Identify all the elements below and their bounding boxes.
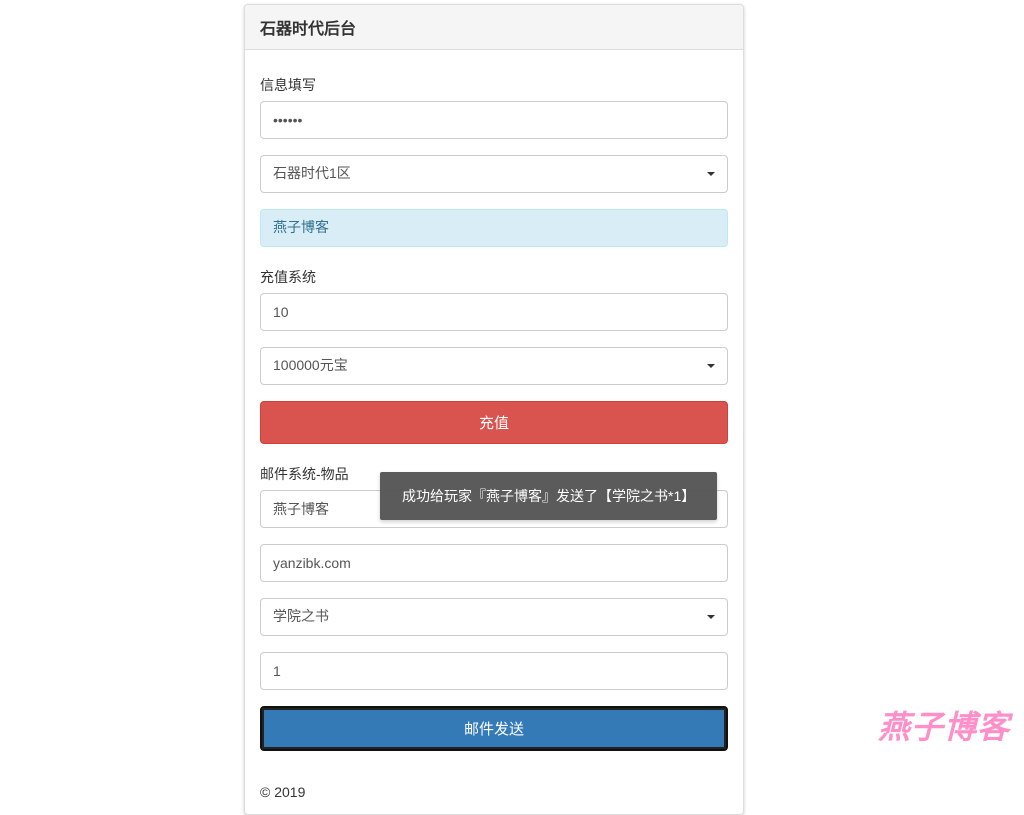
success-toast: 成功给玩家『燕子博客』发送了【学院之书*1】 — [380, 472, 717, 520]
admin-panel: 石器时代后台 信息填写 石器时代1区 燕子博客 充值系统 100000元宝 充值… — [244, 4, 744, 815]
watermark-text: 燕子博客 — [878, 702, 1010, 748]
caret-down-icon — [707, 364, 715, 368]
server-select-value: 石器时代1区 — [273, 164, 351, 184]
yuanbao-select-value: 100000元宝 — [273, 356, 348, 376]
panel-body: 信息填写 石器时代1区 燕子博客 充值系统 100000元宝 充值 邮件系统-物… — [245, 50, 743, 784]
caret-down-icon — [707, 615, 715, 619]
footer-copyright: © 2019 — [245, 784, 743, 814]
password-input[interactable] — [260, 101, 728, 139]
mail-item-select[interactable]: 学院之书 — [260, 598, 728, 636]
panel-title: 石器时代后台 — [260, 15, 728, 39]
yuanbao-select[interactable]: 100000元宝 — [260, 347, 728, 385]
caret-down-icon — [707, 172, 715, 176]
player-highlight-value: 燕子博客 — [273, 218, 329, 238]
info-section-label: 信息填写 — [260, 75, 728, 95]
mail-qty-input[interactable] — [260, 652, 728, 690]
mail-send-button[interactable]: 邮件发送 — [260, 706, 728, 751]
mail-domain-input[interactable] — [260, 544, 728, 582]
player-highlight-field[interactable]: 燕子博客 — [260, 209, 728, 247]
recharge-section-label: 充值系统 — [260, 267, 728, 287]
recharge-button[interactable]: 充值 — [260, 401, 728, 444]
recharge-amount-input[interactable] — [260, 293, 728, 331]
mail-item-select-value: 学院之书 — [273, 607, 329, 627]
server-select[interactable]: 石器时代1区 — [260, 155, 728, 193]
panel-header: 石器时代后台 — [245, 5, 743, 50]
